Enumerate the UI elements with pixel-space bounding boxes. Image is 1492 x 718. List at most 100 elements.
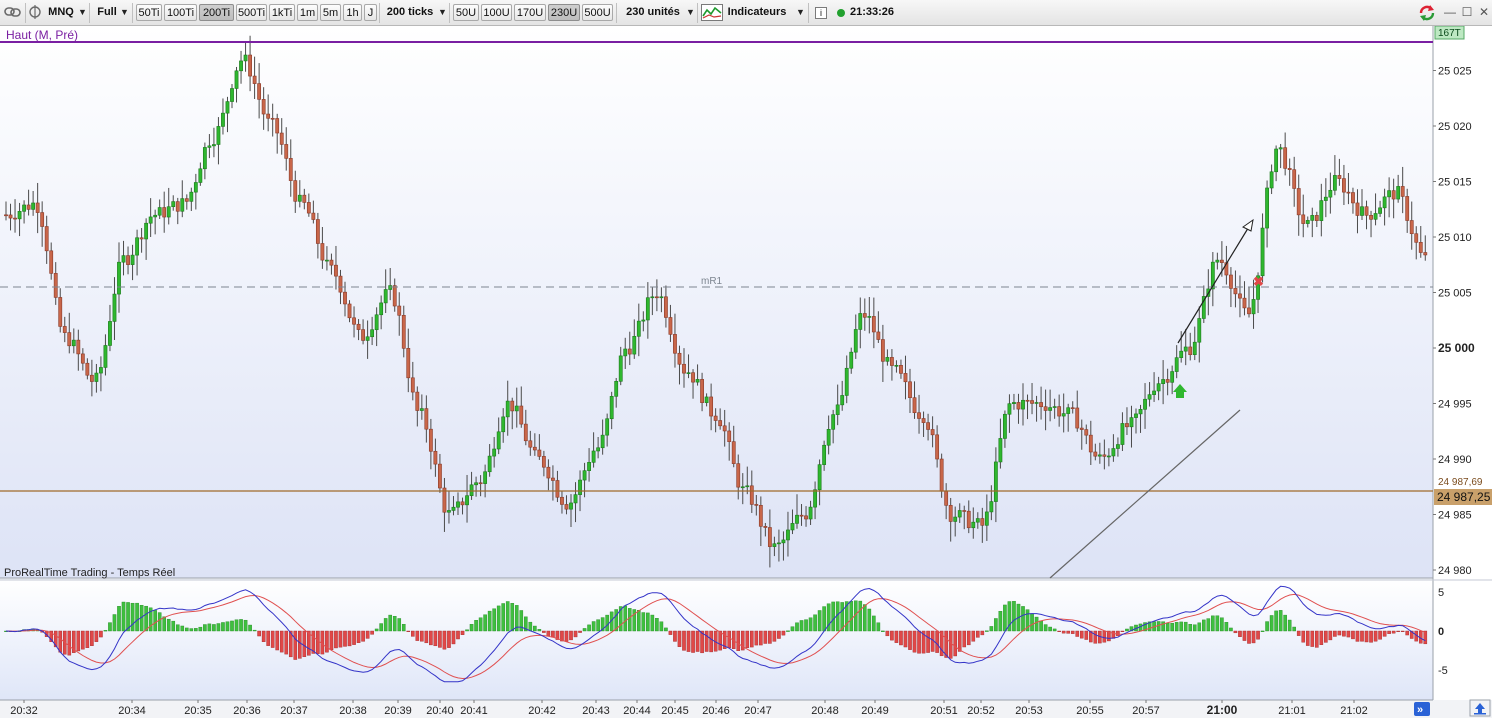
interval-button-3[interactable]: 500Ti	[236, 4, 267, 21]
unit-button-0[interactable]: 50U	[453, 4, 479, 21]
units-selector[interactable]: 230 unités	[622, 4, 684, 21]
live-status-icon	[836, 4, 846, 21]
histogram-bar	[804, 619, 808, 632]
ticks-selector[interactable]: 200 ticks	[384, 4, 436, 21]
histogram-bar	[1369, 630, 1373, 643]
scroll-to-latest-icon[interactable]	[1469, 699, 1491, 717]
histogram-bar	[786, 630, 790, 632]
histogram-bar	[81, 630, 85, 650]
histogram-bar	[85, 630, 90, 648]
histogram-bar	[1188, 624, 1193, 632]
unit-button-2[interactable]: 170U	[514, 4, 546, 21]
histogram-bar	[695, 630, 700, 652]
histogram-bar	[718, 630, 722, 651]
histogram-bar	[374, 628, 379, 632]
histogram-bar	[212, 624, 216, 632]
histogram-bar	[1215, 615, 1220, 632]
indicators-button[interactable]: Indicateurs	[726, 4, 788, 21]
chevron-down-icon[interactable]: ▼	[796, 4, 805, 21]
histogram-bar	[641, 612, 646, 632]
time-label: 20:35	[184, 705, 212, 717]
histogram-bar	[876, 622, 881, 632]
histogram-bar	[709, 630, 713, 653]
chevron-down-icon[interactable]: ▼	[438, 4, 447, 21]
histogram-bar	[239, 619, 243, 632]
histogram-bar	[1211, 615, 1215, 632]
target-icon[interactable]	[28, 4, 42, 21]
price-tick-label: 25 020	[1438, 121, 1472, 133]
chevron-down-icon[interactable]: ▼	[78, 4, 87, 21]
histogram-bar	[474, 620, 478, 632]
refresh-icon[interactable]	[1417, 4, 1437, 21]
time-label: 20:37	[280, 705, 308, 717]
histogram-bar	[587, 624, 591, 632]
histogram-bar	[1351, 630, 1355, 640]
interval-button-7[interactable]: 1h	[343, 4, 362, 21]
histogram-bar	[637, 609, 641, 632]
time-label: 21:00	[1207, 703, 1238, 717]
close-button[interactable]: ✕	[1477, 5, 1491, 19]
toolbar: MNQ ▼ Full ▼ 50Ti 100Ti 200Ti 500Ti 1kTi 1m 5m…	[0, 0, 1492, 26]
histogram-bar	[1328, 630, 1333, 641]
histogram-bar	[392, 616, 397, 632]
histogram-bar	[279, 630, 284, 653]
histogram-bar	[1120, 630, 1125, 633]
histogram-bar	[569, 630, 573, 641]
unit-button-4[interactable]: 500U	[582, 4, 613, 21]
histogram-bar	[420, 630, 424, 642]
interval-button-2[interactable]: 200Ti	[199, 4, 234, 21]
histogram-bar	[528, 621, 533, 632]
interval-button-8[interactable]: J	[364, 4, 377, 21]
histogram-bar	[1269, 615, 1274, 632]
top-line-label: Haut (M, Pré)	[6, 28, 78, 42]
range-selector[interactable]: Full	[95, 4, 119, 21]
histogram-bar	[298, 630, 302, 659]
minimize-button[interactable]: —	[1443, 5, 1457, 19]
histogram-bar	[1423, 630, 1428, 645]
watermark-label: ProRealTime Trading - Temps Réel	[4, 567, 175, 579]
info-icon[interactable]: i	[815, 7, 827, 19]
histogram-bar	[627, 608, 632, 632]
unit-button-3[interactable]: 230U	[548, 4, 580, 21]
interval-button-6[interactable]: 5m	[320, 4, 341, 21]
histogram-bar	[1125, 628, 1129, 632]
interval-button-1[interactable]: 100Ti	[164, 4, 197, 21]
histogram-bar	[180, 625, 185, 632]
histogram-bar	[356, 630, 361, 643]
histogram-bar	[316, 630, 320, 654]
chevron-down-icon[interactable]: ▼	[120, 4, 129, 21]
symbol-selector[interactable]: MNQ	[47, 4, 75, 21]
chevron-down-icon[interactable]: ▼	[686, 4, 695, 21]
interval-button-5[interactable]: 1m	[297, 4, 318, 21]
last-price-label: 24 987,25	[1437, 490, 1491, 504]
histogram-bar	[1003, 604, 1007, 632]
support-price-label: 24 987,69	[1438, 477, 1483, 488]
maximize-button[interactable]: ☐	[1460, 5, 1474, 19]
histogram-bar	[985, 630, 989, 632]
interval-button-4[interactable]: 1kTi	[269, 4, 295, 21]
histogram-bar	[1283, 614, 1287, 632]
histogram-bar	[1170, 622, 1174, 632]
histogram-bar	[962, 630, 967, 648]
price-tick-label: 24 995	[1438, 399, 1472, 411]
histogram-bar	[1030, 613, 1034, 632]
histogram-bar	[1355, 630, 1360, 642]
link-icon[interactable]	[3, 4, 23, 21]
unit-button-1[interactable]: 100U	[481, 4, 512, 21]
time-label: 20:45	[661, 705, 689, 717]
interval-button-0[interactable]: 50Ti	[136, 4, 162, 21]
histogram-bar	[1364, 630, 1369, 643]
histogram-bar	[401, 624, 406, 632]
price-chart[interactable]: ✖ Haut (M, Pré) mR1 ProRealTime Trading …	[0, 26, 1492, 718]
histogram-bar	[686, 630, 691, 652]
histogram-bar	[646, 612, 650, 632]
histogram-bar	[338, 630, 343, 648]
time-label: 20:42	[528, 705, 556, 717]
indicators-icon[interactable]	[701, 4, 723, 21]
histogram-bar	[166, 618, 171, 632]
histogram-bar	[361, 630, 365, 642]
histogram-bar	[94, 630, 99, 642]
histogram-bar	[596, 619, 600, 632]
histogram-bar	[442, 630, 447, 650]
histogram-bar	[976, 630, 980, 638]
